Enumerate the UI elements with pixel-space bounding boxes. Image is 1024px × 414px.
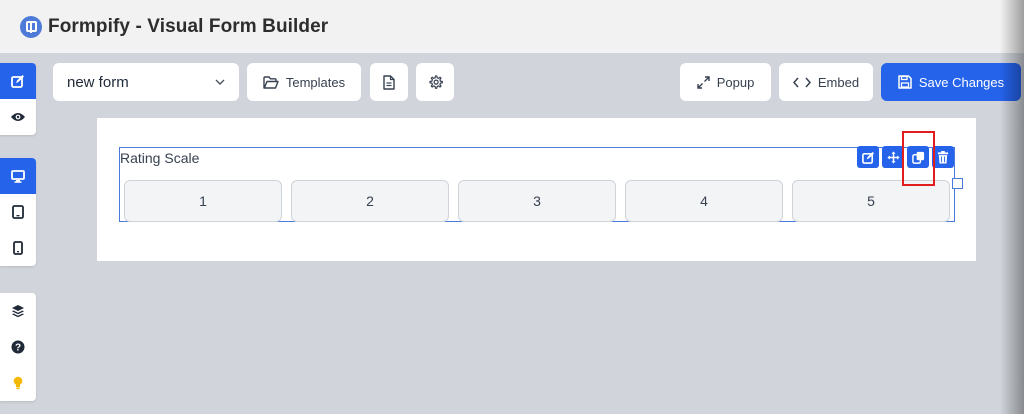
layers-icon [12, 305, 24, 318]
help-icon: ? [11, 340, 25, 354]
folder-open-icon [263, 75, 279, 89]
preview-eye-icon [11, 113, 25, 121]
rating-option-4[interactable]: 4 [625, 180, 783, 222]
templates-button[interactable]: Templates [247, 63, 361, 101]
svg-text:?: ? [15, 343, 21, 354]
popup-label: Popup [716, 74, 755, 90]
edit-field-button[interactable] [857, 146, 879, 168]
rating-option-2[interactable]: 2 [291, 180, 449, 222]
popup-button[interactable]: Popup [680, 63, 771, 101]
trash-icon [937, 150, 949, 164]
resize-handle[interactable] [952, 178, 963, 189]
document-icon [383, 74, 395, 90]
title-bar: Formpify - Visual Form Builder [0, 0, 1024, 53]
form-select-value: new form [67, 73, 129, 91]
embed-label: Embed [817, 74, 860, 90]
mobile-icon [13, 241, 23, 255]
save-changes-button[interactable]: Save Changes [881, 63, 1021, 101]
sidebar-item-tips[interactable] [0, 365, 36, 401]
move-icon [886, 150, 900, 164]
embed-button[interactable]: Embed [779, 63, 873, 101]
duplicate-icon [911, 151, 924, 164]
desktop-icon [11, 169, 25, 183]
field-label: Rating Scale [120, 150, 200, 166]
save-changes-label: Save Changes [918, 74, 1005, 90]
form-select[interactable]: new form [53, 63, 239, 101]
sidebar-item-tablet[interactable] [0, 194, 36, 230]
sidebar-item-help[interactable]: ? [0, 329, 36, 365]
chevron-down-icon [215, 79, 225, 85]
delete-field-button[interactable] [932, 146, 954, 168]
rating-option-1[interactable]: 1 [124, 180, 282, 222]
sidebar-item-layers[interactable] [0, 293, 36, 329]
rating-option-3[interactable]: 3 [458, 180, 616, 222]
rating-option-5[interactable]: 5 [792, 180, 950, 222]
sidebar-tools-group: ? [0, 293, 36, 401]
tablet-icon [12, 205, 24, 219]
duplicate-field-button[interactable] [907, 146, 929, 168]
sidebar-mode-group [0, 63, 36, 135]
code-icon [792, 77, 811, 87]
settings-button[interactable] [416, 63, 454, 101]
templates-label: Templates [285, 74, 346, 90]
sidebar-item-mobile[interactable] [0, 230, 36, 266]
sidebar-device-group [0, 158, 36, 266]
sidebar-item-edit[interactable] [0, 63, 36, 99]
sidebar-item-preview[interactable] [0, 99, 36, 135]
move-field-button[interactable] [882, 146, 904, 168]
form-details-button[interactable] [370, 63, 408, 101]
lightbulb-icon [13, 376, 23, 390]
sidebar-item-desktop[interactable] [0, 158, 36, 194]
app-logo-icon [20, 15, 42, 38]
field-actions [857, 146, 954, 168]
expand-arrows-icon [697, 75, 710, 89]
rating-scale-field[interactable]: Rating Scale 1 2 3 4 5 [119, 146, 963, 222]
app-title: Formpify - Visual Form Builder [48, 15, 329, 37]
edit-icon [861, 151, 874, 164]
edit-icon [11, 75, 24, 88]
rating-options: 1 2 3 4 5 [124, 180, 950, 222]
form-canvas: Rating Scale 1 2 3 4 5 [97, 118, 976, 261]
save-icon [898, 75, 912, 89]
gear-icon [428, 74, 443, 89]
